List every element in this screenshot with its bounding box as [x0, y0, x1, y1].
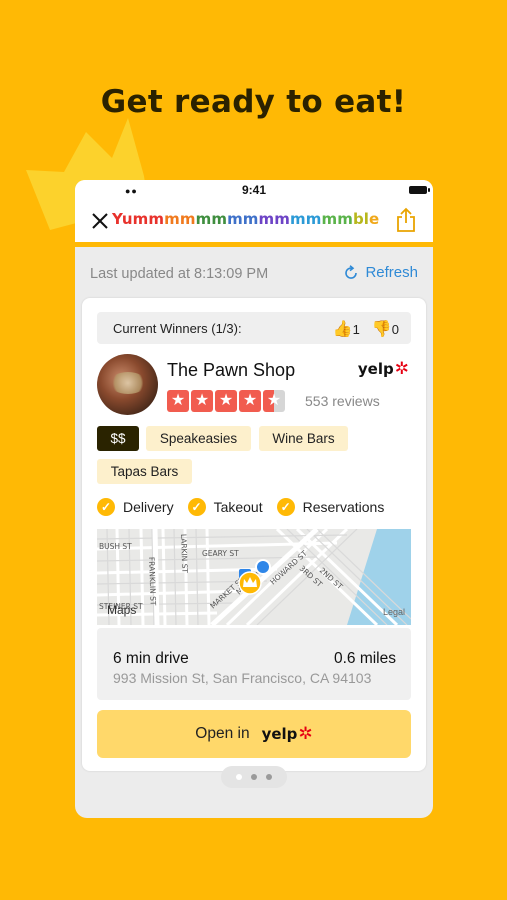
battery-icon	[409, 186, 430, 194]
drive-time: 6 min drive	[113, 650, 189, 667]
status-time: 9:41	[241, 183, 267, 197]
star-icon: ★	[215, 390, 237, 412]
maps-watermark-label: Maps	[107, 603, 137, 617]
maps-watermark: Maps	[105, 603, 136, 617]
star-icon: ★	[191, 390, 213, 412]
map-legal-link[interactable]: Legal	[383, 607, 405, 617]
amenity-item: ✓ Delivery	[97, 498, 174, 516]
street-label: GEARY ST	[202, 549, 239, 558]
yelp-logo-text: yelp	[357, 360, 394, 378]
page-dot[interactable]	[236, 774, 242, 780]
upvote-count: 1	[352, 322, 360, 337]
restaurant-card: Current Winners (1/3): 👍1 👎0 The Pawn Sh…	[82, 298, 426, 771]
open-in-label: Open in	[195, 725, 250, 742]
check-icon: ✓	[276, 498, 295, 516]
amenity-label: Takeout	[213, 499, 263, 515]
app-title: Yummmmmmmmmmmmmmble	[112, 210, 380, 228]
yelp-burst-icon: ✲	[394, 358, 409, 379]
distance-miles: 0.6 miles	[333, 650, 396, 667]
refresh-icon	[345, 264, 358, 279]
yelp-logo-text: yelp	[261, 725, 298, 743]
page-dot[interactable]	[266, 774, 272, 780]
category-tag: Tapas Bars	[97, 459, 192, 484]
refresh-label: Refresh	[365, 264, 418, 281]
open-in-yelp-button[interactable]: Open in yelp ✲	[97, 710, 411, 758]
category-tag: Speakeasies	[146, 426, 251, 451]
yelp-burst-icon: ✲	[298, 723, 313, 744]
phone-screen: ●● 9:41 Yummmmmmmmmmmmmmble Last updated…	[75, 180, 433, 818]
map-streets: BUSH ST GEARY ST LARKIN ST FRANKLIN ST M…	[97, 529, 411, 625]
check-icon: ✓	[187, 498, 206, 516]
app-header: ●● 9:41 Yummmmmmmmmmmmmmble	[75, 180, 433, 242]
location-map[interactable]: BUSH ST GEARY ST LARKIN ST FRANKLIN ST M…	[97, 529, 411, 625]
street-label: FRANKLIN ST	[147, 557, 158, 606]
restaurant-name: The Pawn Shop	[167, 360, 296, 380]
amenity-item: ✓ Takeout	[187, 498, 263, 516]
amenity-label: Delivery	[123, 499, 174, 515]
thumbs-down-icon: 👎	[371, 321, 392, 338]
share-icon[interactable]	[395, 207, 417, 233]
star-icon: ★	[239, 390, 261, 412]
review-count: 553 reviews	[305, 393, 380, 409]
street-label: LARKIN ST	[179, 534, 189, 574]
winners-label: Current Winners (1/3):	[113, 321, 242, 336]
address: 993 Mission St, San Francisco, CA 94103	[113, 670, 372, 686]
check-icon: ✓	[97, 498, 115, 516]
yelp-logo[interactable]: yelp ✲	[358, 360, 409, 378]
amenity-item: ✓ Reservations	[276, 498, 385, 516]
winners-bar: Current Winners (1/3): 👍1 👎0	[97, 312, 411, 344]
upvote-button[interactable]: 👍1	[333, 319, 360, 339]
refresh-button[interactable]: Refresh	[343, 264, 418, 281]
yelp-logo: yelp ✲	[262, 725, 313, 743]
downvote-button[interactable]: 👎0	[372, 319, 399, 339]
user-location-icon	[257, 561, 269, 573]
amenities-list: ✓ Delivery ✓ Takeout ✓ Reservations	[97, 498, 398, 516]
rating-stars: ★ ★ ★ ★ ★	[167, 390, 285, 412]
price-tag: $$	[97, 426, 139, 451]
category-tag: Wine Bars	[259, 426, 348, 451]
downvote-count: 0	[391, 322, 399, 337]
half-star-icon: ★	[263, 390, 285, 412]
distance-panel: 6 min drive 0.6 miles 993 Mission St, Sa…	[97, 628, 411, 700]
street-label: BUSH ST	[99, 542, 132, 551]
thumbs-up-icon: 👍	[332, 321, 353, 338]
close-icon[interactable]	[89, 210, 111, 232]
last-updated-text: Last updated at 8:13:09 PM	[90, 266, 269, 282]
headline: Get ready to eat!	[100, 84, 407, 120]
star-icon: ★	[167, 390, 189, 412]
header-divider	[75, 242, 433, 247]
amenity-label: Reservations	[302, 499, 385, 515]
restaurant-photo	[97, 354, 158, 415]
page-dot[interactable]	[251, 774, 257, 780]
page-indicator[interactable]	[221, 766, 287, 788]
